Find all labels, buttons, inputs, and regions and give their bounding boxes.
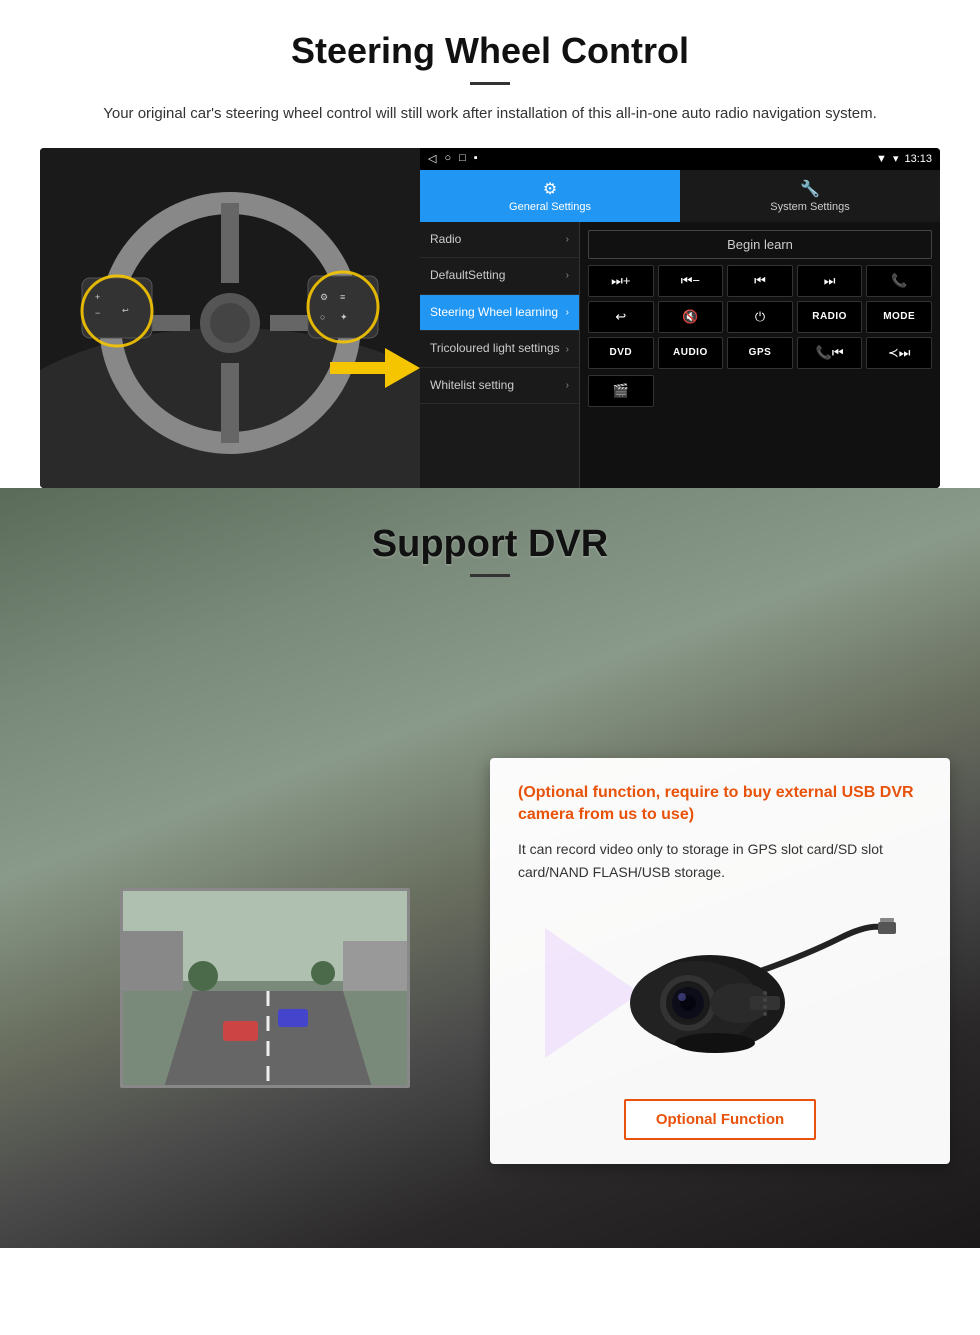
settings-content: Radio › DefaultSetting › Steering Wheel … xyxy=(420,222,940,488)
home-icon: ○ xyxy=(444,152,451,165)
menu-whitelist[interactable]: Whitelist setting › xyxy=(420,368,579,405)
dvr-info-card: (Optional function, require to buy exter… xyxy=(490,758,950,1165)
gear-icon: ⚙ xyxy=(543,179,557,199)
menu-default-label: DefaultSetting xyxy=(430,268,505,284)
chevron-icon: › xyxy=(566,269,569,282)
steering-section: Steering Wheel Control Your original car… xyxy=(0,0,980,488)
radio-btn[interactable]: RADIO xyxy=(797,301,863,333)
svg-text:≡: ≡ xyxy=(340,292,345,302)
dvr-title-area: Support DVR xyxy=(0,488,980,587)
vol-up-btn[interactable]: ⏭+ xyxy=(588,265,654,297)
status-time: 13:13 xyxy=(904,153,932,165)
chevron-icon: › xyxy=(566,306,569,319)
vol-down-btn[interactable]: ⏮− xyxy=(658,265,724,297)
phone-next-btn[interactable]: ≺⏭ xyxy=(866,337,932,369)
svg-text:✦: ✦ xyxy=(340,312,348,322)
tab-system[interactable]: 🔧 System Settings xyxy=(680,170,940,222)
system-icon: 🔧 xyxy=(800,179,820,199)
dvr-divider xyxy=(470,574,510,577)
wifi-icon: ▾ xyxy=(893,152,899,165)
chevron-icon: › xyxy=(566,233,569,246)
control-grid: ⏭+ ⏮− ⏮ ⏭ 📞 ↩ 🔇 ⏻ RADIO MODE DVD AUDIO xyxy=(588,265,932,369)
android-ui: ◁ ○ □ ▪ ▼ ▾ 13:13 ⚙ General Settings 🔧 S… xyxy=(420,148,940,488)
page-title: Steering Wheel Control xyxy=(40,30,940,72)
tab-system-label: System Settings xyxy=(770,201,849,213)
begin-learn-button[interactable]: Begin learn xyxy=(588,230,932,259)
dvr-camera-image xyxy=(518,903,922,1083)
power-btn[interactable]: ⏻ xyxy=(727,301,793,333)
menu-radio[interactable]: Radio › xyxy=(420,222,579,259)
title-divider xyxy=(470,82,510,85)
chevron-icon: › xyxy=(566,379,569,392)
menu-steering-label: Steering Wheel learning xyxy=(430,305,558,321)
steering-visual: + − ↩ ⚙ ≡ ○ ✦ ◁ xyxy=(40,148,940,488)
phone-btn[interactable]: 📞 xyxy=(866,265,932,297)
back-call-btn[interactable]: ↩ xyxy=(588,301,654,333)
optional-function-button[interactable]: Optional Function xyxy=(624,1099,816,1140)
dvr-description: It can record video only to storage in G… xyxy=(518,838,922,883)
back-icon: ◁ xyxy=(428,152,436,165)
svg-text:−: − xyxy=(95,308,100,318)
nav-icons: ◁ ○ □ ▪ xyxy=(428,152,478,165)
menu-tricoloured[interactable]: Tricoloured light settings › xyxy=(420,331,579,368)
begin-learn-row: Begin learn xyxy=(588,230,932,259)
gps-btn[interactable]: GPS xyxy=(727,337,793,369)
chevron-icon: › xyxy=(566,343,569,356)
svg-text:○: ○ xyxy=(320,312,325,322)
mute-btn[interactable]: 🔇 xyxy=(658,301,724,333)
camera-icon: ▪ xyxy=(474,152,478,165)
dvd-btn[interactable]: DVD xyxy=(588,337,654,369)
next-btn[interactable]: ⏭ xyxy=(797,265,863,297)
extra-btn[interactable]: 🎬 xyxy=(588,375,654,407)
menu-radio-label: Radio xyxy=(430,232,461,248)
menu-steering-learning[interactable]: Steering Wheel learning › xyxy=(420,295,579,332)
extra-control-row: 🎬 xyxy=(588,375,932,407)
recents-icon: □ xyxy=(459,152,466,165)
phone-prev-btn[interactable]: 📞⏮ xyxy=(797,337,863,369)
steering-photo: + − ↩ ⚙ ≡ ○ ✦ xyxy=(40,148,420,488)
tab-general[interactable]: ⚙ General Settings xyxy=(420,170,680,222)
settings-menu: Radio › DefaultSetting › Steering Wheel … xyxy=(420,222,580,488)
tab-general-label: General Settings xyxy=(509,201,591,213)
settings-right: Begin learn ⏭+ ⏮− ⏮ ⏭ 📞 ↩ 🔇 ⏻ RADIO xyxy=(580,222,940,488)
mode-btn[interactable]: MODE xyxy=(866,301,932,333)
svg-text:↩: ↩ xyxy=(122,306,129,315)
menu-default[interactable]: DefaultSetting › xyxy=(420,258,579,295)
dvr-preview-inner xyxy=(123,891,407,1085)
signal-icon: ▼ xyxy=(876,153,887,165)
svg-text:+: + xyxy=(95,292,100,302)
dvr-title: Support DVR xyxy=(0,523,980,566)
menu-tricoloured-label: Tricoloured light settings xyxy=(430,341,560,357)
steering-subtitle: Your original car's steering wheel contr… xyxy=(40,103,940,126)
prev-btn[interactable]: ⏮ xyxy=(727,265,793,297)
audio-btn[interactable]: AUDIO xyxy=(658,337,724,369)
dvr-section: Support DVR xyxy=(0,488,980,1248)
svg-text:⚙: ⚙ xyxy=(320,292,328,302)
status-bar: ◁ ○ □ ▪ ▼ ▾ 13:13 xyxy=(420,148,940,170)
dvr-preview-image xyxy=(120,888,410,1088)
dvr-optional-text: (Optional function, require to buy exter… xyxy=(518,782,922,827)
settings-tabs: ⚙ General Settings 🔧 System Settings xyxy=(420,170,940,222)
menu-whitelist-label: Whitelist setting xyxy=(430,378,514,394)
